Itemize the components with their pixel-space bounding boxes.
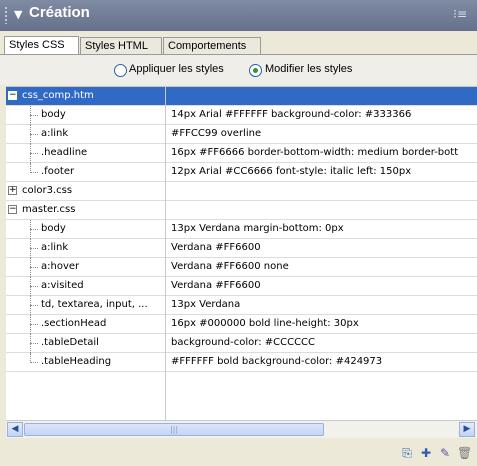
- apply-styles-label[interactable]: Appliquer les styles: [129, 63, 224, 75]
- style-value: 16px #FF6666 border-bottom-width: medium…: [171, 147, 459, 158]
- style-value: background-color: #CCCCCC: [171, 337, 316, 348]
- style-value: Verdana #FF6600 none: [171, 261, 289, 272]
- selector-name: a:link: [41, 242, 69, 253]
- style-value: 13px Verdana: [171, 299, 241, 310]
- tree-row[interactable]: a:visited Verdana #FF6600: [6, 277, 477, 296]
- selector-name: .footer: [41, 166, 75, 177]
- tab-styles-html[interactable]: Styles HTML: [80, 37, 162, 54]
- tree-row[interactable]: body 13px Verdana margin-bottom: 0px: [6, 220, 477, 239]
- selector-name: .tableDetail: [41, 337, 99, 348]
- collapse-arrow-icon[interactable]: ▼: [14, 8, 22, 21]
- tree-row[interactable]: .tableDetail background-color: #CCCCCC: [6, 334, 477, 353]
- scroll-left-icon[interactable]: ◀: [7, 422, 23, 437]
- selector-name: a:visited: [41, 280, 84, 291]
- selector-name: .headline: [41, 147, 88, 158]
- selector-name: body: [41, 109, 66, 120]
- group-name: master.css: [22, 204, 76, 215]
- style-value: Verdana #FF6600: [171, 280, 261, 291]
- panel-options-icon[interactable]: ⁝≡: [453, 7, 467, 21]
- column-divider[interactable]: [165, 87, 166, 421]
- tree-row[interactable]: .headline 16px #FF6666 border-bottom-wid…: [6, 144, 477, 163]
- delete-style-icon[interactable]: 🗑: [457, 446, 472, 460]
- selector-name: .tableHeading: [41, 356, 112, 367]
- tab-styles-css[interactable]: Styles CSS: [4, 36, 79, 55]
- tree-row[interactable]: a:link #FFCC99 overline: [6, 125, 477, 144]
- style-value: 12px Arial #CC6666 font-style: italic le…: [171, 166, 412, 177]
- modify-styles-label[interactable]: Modifier les styles: [265, 63, 352, 75]
- tree-row[interactable]: .sectionHead 16px #000000 bold line-heig…: [6, 315, 477, 334]
- selector-name: body: [41, 223, 66, 234]
- design-panel: ▼ Création ⁝≡ Styles CSS Styles HTML Com…: [0, 0, 477, 466]
- style-value: 14px Arial #FFFFFF background-color: #33…: [171, 109, 412, 120]
- tree-row[interactable]: a:hover Verdana #FF6600 none: [6, 258, 477, 277]
- tree-group-row[interactable]: − css_comp.htm: [6, 87, 477, 106]
- scroll-thumb[interactable]: |||: [24, 423, 324, 436]
- tree-row[interactable]: a:link Verdana #FF6600: [6, 239, 477, 258]
- expand-toggle-icon[interactable]: +: [8, 186, 17, 195]
- new-style-icon[interactable]: ✚: [419, 446, 433, 460]
- style-value: 16px #000000 bold line-height: 30px: [171, 318, 359, 329]
- style-value: #FFFFFF bold background-color: #424973: [171, 356, 383, 367]
- horizontal-scrollbar[interactable]: ◀ ||| ▶: [6, 420, 477, 438]
- scroll-right-icon[interactable]: ▶: [459, 422, 475, 437]
- group-name: css_comp.htm: [22, 90, 94, 101]
- collapse-toggle-icon[interactable]: −: [8, 91, 17, 100]
- apply-styles-radio[interactable]: [114, 64, 127, 77]
- selector-name: .sectionHead: [41, 318, 107, 329]
- tree-row[interactable]: td, textarea, input, ... 13px Verdana: [6, 296, 477, 315]
- style-mode-row: Appliquer les styles Modifier les styles: [0, 55, 477, 85]
- edit-style-icon[interactable]: ✎: [438, 446, 452, 460]
- panel-title-bar[interactable]: ▼ Création ⁝≡: [0, 0, 477, 31]
- tree-row[interactable]: .footer 12px Arial #CC6666 font-style: i…: [6, 163, 477, 182]
- style-value: 13px Verdana margin-bottom: 0px: [171, 223, 344, 234]
- tree-group-row[interactable]: − master.css: [6, 201, 477, 220]
- tree-group-row[interactable]: + color3.css: [6, 182, 477, 201]
- tab-behaviors[interactable]: Comportements: [163, 37, 261, 54]
- style-value: Verdana #FF6600: [171, 242, 261, 253]
- styles-tree-grid[interactable]: − css_comp.htm body 14px Arial #FFFFFF b…: [6, 86, 477, 421]
- selector-name: a:link: [41, 128, 69, 139]
- modify-styles-radio[interactable]: [249, 64, 262, 77]
- panel-footer-toolbar: ⎘ ✚ ✎ 🗑: [0, 438, 477, 466]
- panel-title: Création: [29, 4, 90, 21]
- attach-style-sheet-icon[interactable]: ⎘: [400, 446, 414, 460]
- drag-grip-icon[interactable]: [4, 6, 8, 24]
- collapse-toggle-icon[interactable]: −: [8, 205, 17, 214]
- tab-bar: Styles CSS Styles HTML Comportements: [0, 31, 477, 55]
- tree-row[interactable]: .tableHeading #FFFFFF bold background-co…: [6, 353, 477, 372]
- selector-name: a:hover: [41, 261, 80, 272]
- tree-row[interactable]: body 14px Arial #FFFFFF background-color…: [6, 106, 477, 125]
- group-name: color3.css: [22, 185, 73, 196]
- selector-name: td, textarea, input, ...: [41, 299, 148, 310]
- style-value: #FFCC99 overline: [171, 128, 262, 139]
